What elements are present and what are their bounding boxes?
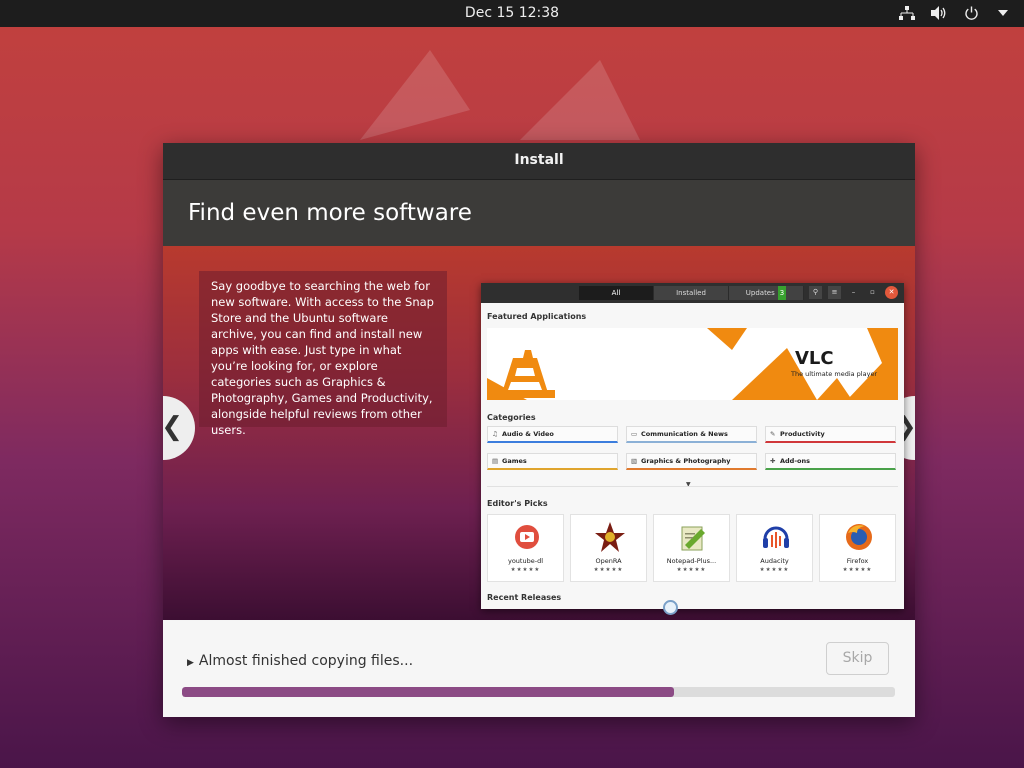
wallpaper-shape (360, 50, 640, 140)
category-audio-video: ♫ Audio & Video (487, 426, 618, 443)
image-icon: ▧ (631, 457, 638, 465)
menu-down-icon[interactable] (994, 4, 1012, 22)
category-graphics-photography: ▧ Graphics & Photography (626, 453, 757, 470)
openra-icon (595, 522, 625, 552)
pick-youtube-dl: youtube-dl ★★★★★ (487, 514, 564, 582)
pick-notepad-plus: Notepad-Plus... ★★★★★ (653, 514, 730, 582)
pencil-icon: ✎ (770, 430, 776, 438)
status-text: Almost finished copying files... (198, 653, 414, 669)
categories-title: Categories (487, 413, 536, 422)
banner-subtitle: The ultimate media player (791, 370, 878, 378)
firefox-icon (846, 524, 872, 550)
divider (487, 486, 898, 487)
category-add-ons: ✚ Add-ons (765, 453, 896, 470)
category-label: Communication & News (641, 430, 728, 438)
chat-icon: ▭ (631, 430, 638, 438)
tab-updates: Updates 3 (729, 286, 804, 300)
updates-count-badge: 3 (777, 286, 787, 300)
youtube-dl-icon (515, 525, 539, 549)
pick-name: youtube-dl (507, 557, 543, 565)
music-note-icon: ♫ (492, 430, 498, 438)
pick-stars: ★★★★★ (593, 567, 624, 573)
category-label: Add-ons (780, 457, 810, 465)
pick-stars: ★★★★★ (676, 567, 707, 573)
scroll-indicator (663, 600, 678, 615)
skip-button[interactable]: Skip (826, 642, 889, 675)
status-expander[interactable]: ▶ Almost finished copying files... (187, 653, 413, 669)
add-on-icon: ✚ (770, 457, 776, 465)
clock[interactable]: Dec 15 12:38 (0, 5, 1024, 21)
screenshot-headerbar: All Installed Updates 3 ⚲ ≡ – ▫ ✕ (481, 283, 904, 303)
volume-icon[interactable] (930, 4, 948, 22)
tab-all: All (579, 286, 654, 300)
search-icon: ⚲ (809, 286, 822, 299)
progress-fill (182, 687, 674, 697)
slide-body: Say goodbye to searching the web for new… (163, 246, 915, 620)
close-icon: ✕ (885, 286, 898, 299)
system-tray[interactable] (898, 4, 1012, 22)
category-games: ▤ Games (487, 453, 618, 470)
notepad-plus-icon (681, 526, 705, 551)
category-productivity: ✎ Productivity (765, 426, 896, 443)
editors-picks: youtube-dl ★★★★★ OpenRA ★★★★★ Notepad-Pl… (487, 514, 898, 582)
featured-banner: VLC The ultimate media player (487, 328, 898, 400)
slide-heading: Find even more software (163, 180, 915, 246)
category-label: Games (502, 457, 527, 465)
installer-footer: ▶ Almost finished copying files... Skip (163, 621, 915, 717)
software-screenshot: All Installed Updates 3 ⚲ ≡ – ▫ ✕ Feature… (481, 283, 904, 609)
network-icon[interactable] (898, 4, 916, 22)
editors-picks-title: Editor's Picks (487, 499, 548, 508)
minimize-icon: – (851, 288, 856, 296)
previous-slide-button[interactable]: ❮ (163, 396, 195, 460)
maximize-icon: ▫ (870, 288, 875, 296)
pick-stars: ★★★★★ (759, 567, 790, 573)
recent-releases-title: Recent Releases (487, 593, 562, 602)
pick-name: OpenRA (595, 557, 622, 565)
audacity-icon (763, 526, 789, 548)
top-bar: Dec 15 12:38 (0, 0, 1024, 27)
category-label: Audio & Video (502, 430, 554, 438)
category-label: Productivity (780, 430, 825, 438)
copy-progress-bar (182, 687, 895, 697)
featured-title: Featured Applications (487, 312, 587, 321)
vlc-banner-art (487, 328, 898, 400)
banner-title: VLC (795, 348, 834, 369)
expander-arrow-icon[interactable]: ▶ (187, 658, 194, 668)
pick-firefox: Firefox ★★★★★ (819, 514, 896, 582)
installer-window: Install Find even more software Say good… (163, 143, 915, 717)
pick-name: Audacity (760, 557, 789, 565)
power-icon[interactable] (962, 4, 980, 22)
game-icon: ▤ (492, 457, 499, 465)
pick-stars: ★★★★★ (842, 567, 873, 573)
pick-stars: ★★★★★ (510, 567, 541, 573)
hamburger-menu-icon: ≡ (828, 286, 841, 299)
slide-description: Say goodbye to searching the web for new… (199, 271, 447, 437)
pick-name: Firefox (846, 557, 869, 565)
category-communication-news: ▭ Communication & News (626, 426, 757, 443)
window-title: Install (163, 143, 915, 180)
tab-installed: Installed (654, 286, 729, 300)
pick-audacity: Audacity ★★★★★ (736, 514, 813, 582)
category-label: Graphics & Photography (641, 457, 731, 465)
pick-name: Notepad-Plus... (666, 557, 717, 565)
tab-updates-label: Updates (745, 289, 775, 297)
pick-openra: OpenRA ★★★★★ (570, 514, 647, 582)
